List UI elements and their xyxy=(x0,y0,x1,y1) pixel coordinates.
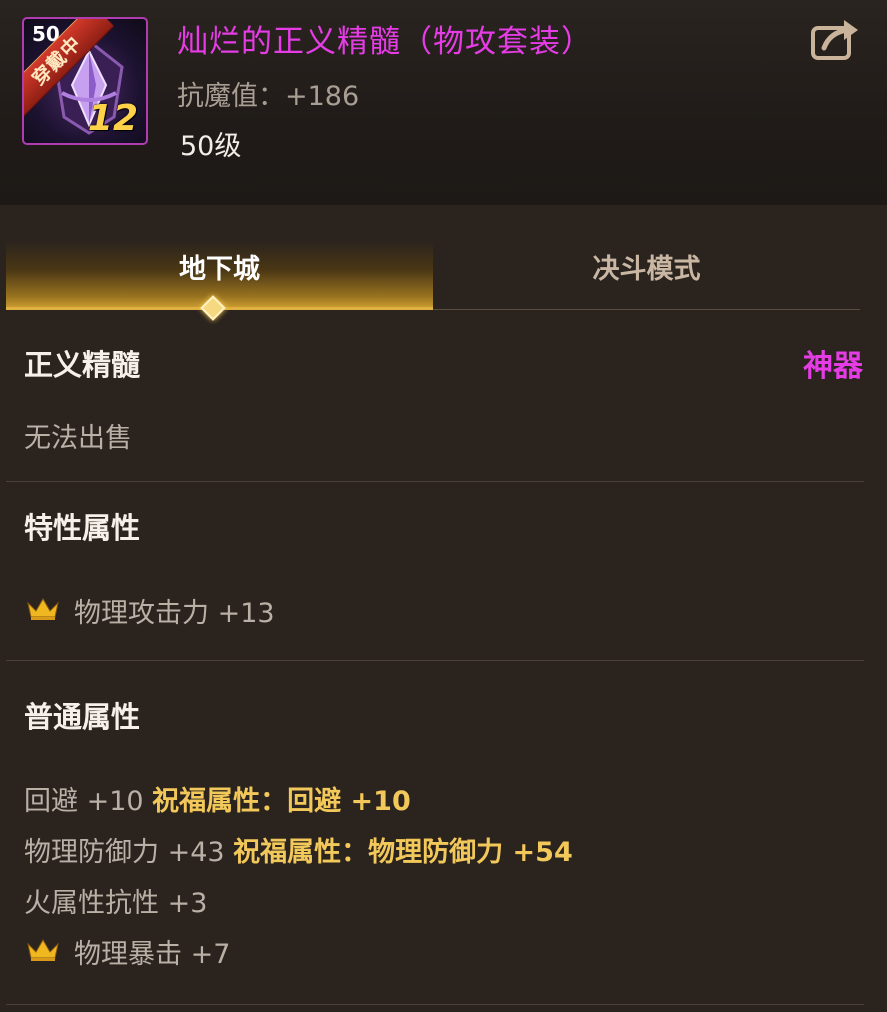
crown-icon xyxy=(27,598,59,620)
divider xyxy=(6,481,864,482)
item-icon[interactable]: 50 穿戴中 12 xyxy=(22,17,148,145)
attribute-row: 物理暴击 +7 xyxy=(74,932,230,971)
enhance-level: 12 xyxy=(87,98,138,139)
attribute-base: 回避 +10 xyxy=(24,786,144,817)
sell-status: 无法出售 xyxy=(24,423,132,454)
attribute-base: 物理暴击 +7 xyxy=(74,939,231,970)
tab-duel-mode[interactable]: 决斗模式 xyxy=(433,240,860,310)
special-attributes-title: 特性属性 xyxy=(24,511,141,545)
share-icon[interactable] xyxy=(810,18,860,62)
divider xyxy=(6,660,864,661)
tab-dungeon[interactable]: 地下城 xyxy=(6,240,433,310)
attribute-base: 物理防御力 +43 xyxy=(24,837,225,868)
divider xyxy=(6,1004,864,1005)
required-level: 50级 xyxy=(180,131,242,162)
normal-attributes-title: 普通属性 xyxy=(24,700,141,734)
crown-icon xyxy=(27,939,59,961)
item-type-name: 正义精髓 xyxy=(24,348,141,382)
blessing-attribute: 祝福属性：物理防御力 +54 xyxy=(233,837,573,868)
attribute-base: 火属性抗性 +3 xyxy=(24,888,208,919)
mode-tabs: 地下城 决斗模式 xyxy=(6,240,864,310)
item-name: 灿烂的正义精髓（物攻套装） xyxy=(177,24,593,60)
attribute-row: 火属性抗性 +3 xyxy=(24,881,207,920)
rarity-label: 神器 xyxy=(803,349,863,384)
attribute-row: 回避 +10 祝福属性：回避 +10 xyxy=(24,779,411,818)
magic-resist-value: 抗魔值：+186 xyxy=(177,81,360,112)
attribute-row: 物理防御力 +43 祝福属性：物理防御力 +54 xyxy=(24,830,573,869)
blessing-attribute: 祝福属性：回避 +10 xyxy=(152,786,411,817)
special-attribute-text: 物理攻击力 +13 xyxy=(74,598,275,629)
